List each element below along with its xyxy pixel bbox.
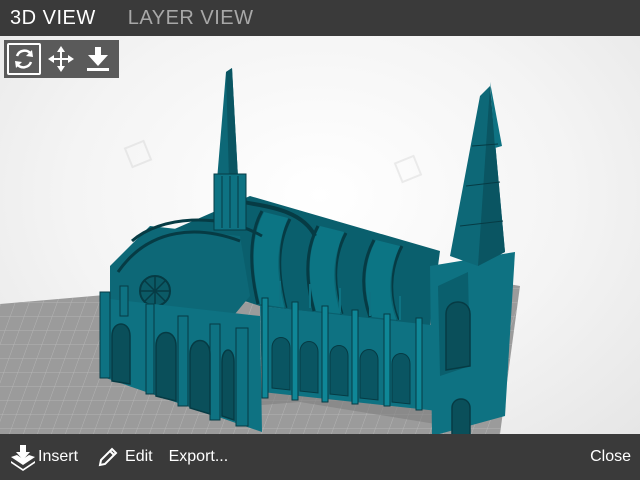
pencil-icon	[98, 447, 118, 467]
scene-canvas	[0, 68, 520, 434]
tab-3d-view[interactable]: 3D VIEW	[0, 0, 96, 36]
move-icon[interactable]	[44, 43, 78, 75]
edit-button[interactable]: Edit	[96, 434, 153, 480]
insert-label: Insert	[38, 448, 79, 465]
close-button[interactable]: Close	[590, 434, 631, 480]
app-window: 3D VIEW LAYER VIEW Insert Edit Export...…	[0, 0, 640, 480]
tab-layer-view[interactable]: LAYER VIEW	[118, 0, 254, 36]
view-tab-bar: 3D VIEW LAYER VIEW	[0, 0, 640, 36]
export-label: Export...	[168, 448, 229, 465]
3d-viewport[interactable]	[0, 36, 640, 434]
insert-icon	[11, 445, 35, 471]
insert-button[interactable]: Insert	[8, 434, 78, 480]
export-button[interactable]: Export...	[169, 434, 229, 480]
rotate-icon[interactable]	[7, 43, 41, 75]
view-toolbar	[4, 40, 119, 78]
bottom-action-bar: Insert Edit Export... Close	[0, 434, 640, 480]
watermark-logo	[123, 139, 423, 184]
edit-label: Edit	[125, 448, 153, 465]
close-label: Close	[590, 448, 631, 465]
cathedral-model	[99, 68, 515, 434]
lay-flat-icon[interactable]	[81, 43, 115, 75]
